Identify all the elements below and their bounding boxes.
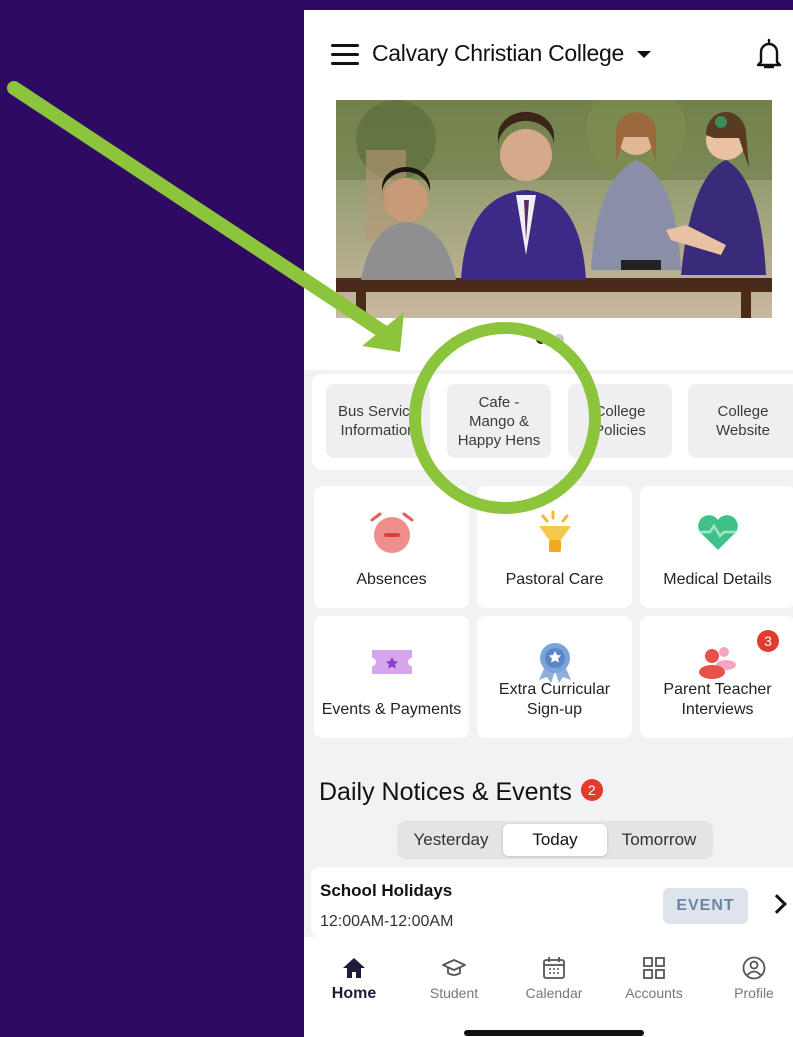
tile-pastoral-care[interactable]: Pastoral Care: [477, 486, 632, 608]
tab-home[interactable]: Home: [304, 937, 404, 1003]
chevron-down-icon[interactable]: [637, 51, 651, 58]
tab-label: Profile: [734, 985, 774, 1001]
calendar-icon: [543, 957, 565, 979]
banner-carousel[interactable]: [304, 100, 793, 370]
notices-badge: 2: [580, 779, 603, 802]
tab-profile[interactable]: Profile: [704, 937, 793, 1001]
segment-tomorrow[interactable]: Tomorrow: [609, 824, 709, 856]
tile-label: Events & Payments: [321, 701, 462, 718]
tile-extra-curricular[interactable]: Extra Curricular Sign-up: [477, 616, 632, 738]
tab-label: Student: [429, 985, 479, 1001]
quick-links-row: Bus Service Information Cafe - Mango & H…: [312, 374, 793, 470]
school-selector-label[interactable]: Calvary Christian College: [372, 40, 624, 67]
quick-link-college-policies[interactable]: College Policies: [568, 384, 672, 458]
event-type-tag: EVENT: [663, 888, 748, 924]
tile-label: Absences: [356, 571, 427, 588]
chevron-right-icon[interactable]: [767, 894, 787, 914]
carousel-dots: [536, 334, 564, 344]
day-segmented-control: Yesterday Today Tomorrow: [397, 821, 713, 859]
tab-label: Calendar: [525, 985, 583, 1001]
alarm-clock-icon: [370, 512, 413, 553]
home-icon: [343, 958, 365, 978]
tab-student[interactable]: Student: [404, 937, 504, 1001]
hamburger-menu-icon[interactable]: [331, 44, 359, 66]
tile-absences[interactable]: Absences: [314, 486, 469, 608]
notification-badge: 3: [757, 630, 779, 652]
carousel-dot[interactable]: [554, 334, 564, 344]
grid-icon: [643, 957, 665, 979]
notices-heading: Daily Notices & Events: [319, 778, 572, 806]
quick-link-college-website[interactable]: College Website: [688, 384, 793, 458]
tile-parent-teacher-interviews[interactable]: 3 Parent Teacher Interviews: [640, 616, 793, 738]
bell-icon[interactable]: [754, 37, 784, 71]
phone-screen: Calvary Christian College Bus Service In…: [304, 10, 793, 1037]
user-circle-icon: [742, 956, 766, 980]
carousel-dot[interactable]: [536, 334, 546, 344]
heart-icon: [697, 515, 738, 550]
quick-link-cafe[interactable]: Cafe - Mango & Happy Hens: [447, 384, 551, 458]
section-title: Daily Notices & Events 2: [319, 778, 603, 807]
bottom-tab-bar: Home Student Calendar Accounts Profile: [304, 937, 793, 1037]
tab-accounts[interactable]: Accounts: [604, 937, 704, 1001]
award-ribbon-icon: [538, 643, 571, 683]
people-icon: [698, 647, 736, 679]
home-indicator: [464, 1030, 644, 1036]
banner-photo: [336, 100, 772, 318]
segment-yesterday[interactable]: Yesterday: [401, 824, 501, 856]
app-header: Calvary Christian College: [304, 10, 793, 100]
graduation-cap-icon: [442, 959, 466, 976]
tile-label: Medical Details: [663, 571, 772, 588]
tab-label: Accounts: [625, 985, 683, 1001]
tile-label: Extra Curricular Sign-up: [498, 681, 611, 718]
event-title: School Holidays: [320, 881, 453, 900]
event-card[interactable]: School Holidays 12:00AM-12:00AM EVENT: [311, 867, 793, 937]
tile-label: Parent Teacher Interviews: [663, 681, 772, 718]
lamp-icon: [538, 510, 571, 552]
tile-events-payments[interactable]: Events & Payments: [314, 616, 469, 738]
tab-calendar[interactable]: Calendar: [504, 937, 604, 1001]
tile-label: Pastoral Care: [505, 571, 604, 588]
ticket-icon: [371, 650, 412, 674]
segment-today[interactable]: Today: [503, 824, 607, 856]
tab-label: Home: [331, 985, 377, 1002]
tile-medical-details[interactable]: Medical Details: [640, 486, 793, 608]
event-time: 12:00AM-12:00AM: [320, 913, 454, 930]
quick-link-bus-service[interactable]: Bus Service Information: [326, 384, 430, 458]
